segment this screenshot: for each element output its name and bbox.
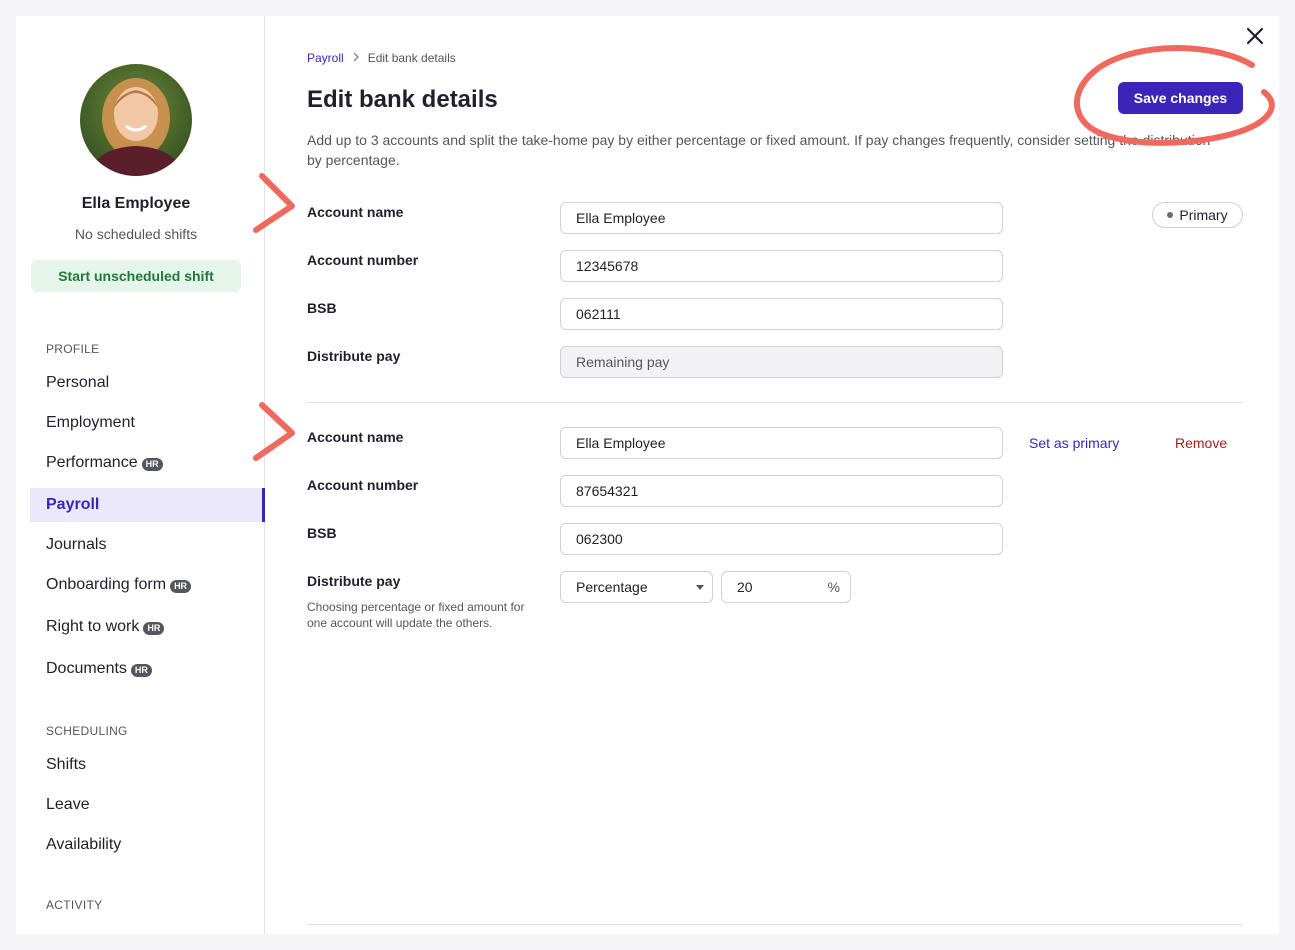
dot-icon (1167, 212, 1174, 218)
percent-suffix: % (827, 579, 840, 595)
account-divider (307, 402, 1243, 403)
sidebar-item-onboarding-form[interactable]: Onboarding form HR (30, 568, 265, 602)
account-name-input[interactable] (560, 202, 1003, 234)
distribute-help-text: Choosing percentage or fixed amount for … (307, 600, 525, 630)
distribute-pay-label: Distribute pay (307, 348, 401, 364)
close-icon[interactable] (1245, 26, 1265, 46)
distribute-type-select[interactable]: Percentage (560, 571, 713, 603)
caret-down-icon (696, 585, 704, 590)
section-label-profile: PROFILE (46, 342, 100, 356)
distribute-percentage-input[interactable]: 20 % (721, 571, 851, 603)
set-as-primary-link[interactable]: Set as primary (1029, 435, 1119, 451)
section-label-scheduling: SCHEDULING (46, 724, 128, 738)
sidebar-item-documents[interactable]: Documents HR (30, 652, 265, 686)
hr-badge: HR (130, 663, 152, 677)
distribute-pay-readonly (560, 346, 1003, 378)
hr-badge: HR (170, 579, 192, 593)
profile-name: Ella Employee (81, 195, 191, 212)
page-title: Edit bank details (307, 86, 498, 113)
hr-badge: HR (141, 457, 163, 471)
hr-badge: HR (143, 621, 165, 635)
account-name-input[interactable] (560, 427, 1003, 459)
save-changes-button[interactable]: Save changes (1118, 82, 1243, 114)
sidebar-item-label: Right to work (46, 618, 140, 635)
sidebar-item-label: Journals (46, 536, 107, 553)
sidebar-item-label: Payroll (46, 496, 100, 513)
distribute-pay-label: Distribute pay (307, 573, 401, 589)
avatar (80, 64, 192, 176)
sidebar-item-employment[interactable]: Employment (30, 406, 265, 440)
sidebar-item-label: Leave (46, 796, 90, 813)
sidebar-item-leave[interactable]: Leave (30, 788, 265, 822)
bsb-label: BSB (307, 525, 337, 541)
account-number-label: Account number (307, 477, 419, 493)
bsb-label: BSB (307, 300, 337, 316)
breadcrumb: Payroll Edit bank details (307, 51, 456, 65)
breadcrumb-current: Edit bank details (367, 51, 456, 65)
sidebar-item-label: Availability (46, 836, 122, 853)
account-number-label: Account number (307, 252, 419, 268)
distribute-percentage-value: 20 (737, 579, 753, 595)
chevron-right-icon (352, 51, 360, 65)
profile-status: No scheduled shifts (74, 226, 198, 242)
sidebar-item-label: Personal (46, 374, 110, 391)
page-description: Add up to 3 accounts and split the take-… (307, 132, 1211, 168)
sidebar-item-journals[interactable]: Journals (30, 528, 265, 562)
account-number-input[interactable] (560, 250, 1003, 282)
primary-badge: Primary (1152, 202, 1243, 228)
app-window: Ella Employee No scheduled shifts Start … (16, 16, 1279, 934)
remove-account-link[interactable]: Remove (1175, 435, 1227, 451)
sidebar-item-payroll[interactable]: Payroll (30, 488, 265, 522)
sidebar-item-availability[interactable]: Availability (30, 828, 265, 862)
section-label-activity: ACTIVITY (46, 898, 103, 912)
account-number-input[interactable] (560, 475, 1003, 507)
sidebar-item-right-to-work[interactable]: Right to work HR (30, 610, 265, 644)
bsb-input[interactable] (560, 298, 1003, 330)
sidebar-item-label: Employment (46, 414, 135, 431)
start-unscheduled-shift-button[interactable]: Start unscheduled shift (31, 260, 241, 292)
bottom-divider (307, 924, 1243, 925)
sidebar-item-performance[interactable]: Performance HR (30, 446, 265, 480)
sidebar-item-label: Documents (46, 660, 127, 677)
account-name-label: Account name (307, 429, 404, 445)
distribute-type-value: Percentage (576, 579, 648, 595)
breadcrumb-link-payroll[interactable]: Payroll (307, 51, 344, 65)
account-name-label: Account name (307, 204, 404, 220)
sidebar-item-label: Shifts (46, 756, 87, 773)
bsb-input[interactable] (560, 523, 1003, 555)
sidebar-item-label: Onboarding form (46, 576, 167, 593)
sidebar: Ella Employee No scheduled shifts Start … (16, 16, 265, 934)
sidebar-item-shifts[interactable]: Shifts (30, 748, 265, 782)
sidebar-item-label: Performance (46, 454, 138, 471)
sidebar-item-personal[interactable]: Personal (30, 366, 265, 400)
main-content: Payroll Edit bank details Edit bank deta… (266, 16, 1279, 934)
primary-badge-label: Primary (1179, 207, 1228, 223)
